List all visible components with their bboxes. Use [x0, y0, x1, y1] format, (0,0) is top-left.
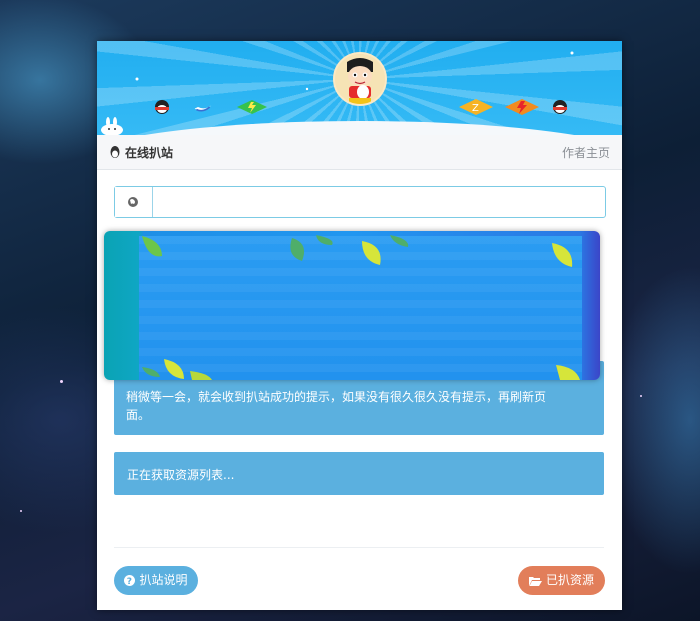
crawl-help-button[interactable]: ? 扒站说明 — [114, 566, 198, 595]
crawl-help-label: 扒站说明 — [139, 573, 188, 587]
footer-divider — [114, 547, 604, 548]
moon-icon — [194, 105, 212, 112]
crawled-resources-button[interactable]: 已扒资源 — [518, 566, 605, 595]
url-input-group — [114, 186, 606, 218]
svg-text:Z: Z — [472, 103, 479, 114]
red-lightning-icon — [505, 99, 539, 115]
qq-penguin-icon — [110, 146, 120, 158]
cartoon-boy-avatar-icon — [335, 54, 385, 104]
background-star — [60, 380, 63, 383]
panel-title: 在线扒站 — [125, 146, 174, 160]
green-lightning-icon — [237, 100, 267, 114]
background-star — [640, 395, 642, 397]
orange-z-icon: Z — [459, 99, 493, 115]
leaf-decoration-icon — [142, 235, 580, 380]
folder-open-icon — [528, 576, 542, 586]
avatar[interactable] — [333, 52, 387, 106]
crawled-resources-label: 已扒资源 — [545, 573, 594, 587]
info-text: 稍微等一会，就会收到扒站成功的提示，如果没有很久很久没有提示，再刷新页面。 — [126, 390, 547, 422]
decorative-popup-layer — [104, 231, 600, 380]
svg-text:?: ? — [127, 577, 132, 586]
status-alert: 正在获取资源列表... — [114, 452, 604, 495]
url-addon — [115, 187, 153, 217]
author-homepage-link[interactable]: 作者主页 — [562, 144, 610, 161]
qq-penguin-icon — [553, 100, 567, 114]
globe-icon — [128, 197, 138, 207]
header-banner: Z — [97, 41, 622, 135]
url-input[interactable] — [153, 187, 603, 217]
panel-heading: 在线扒站 作者主页 — [97, 135, 622, 170]
rabbit-icon — [101, 117, 123, 135]
background-star — [20, 510, 22, 512]
question-circle-icon: ? — [124, 575, 136, 586]
qq-penguin-icon — [155, 100, 169, 114]
status-text: 正在获取资源列表... — [127, 468, 235, 482]
